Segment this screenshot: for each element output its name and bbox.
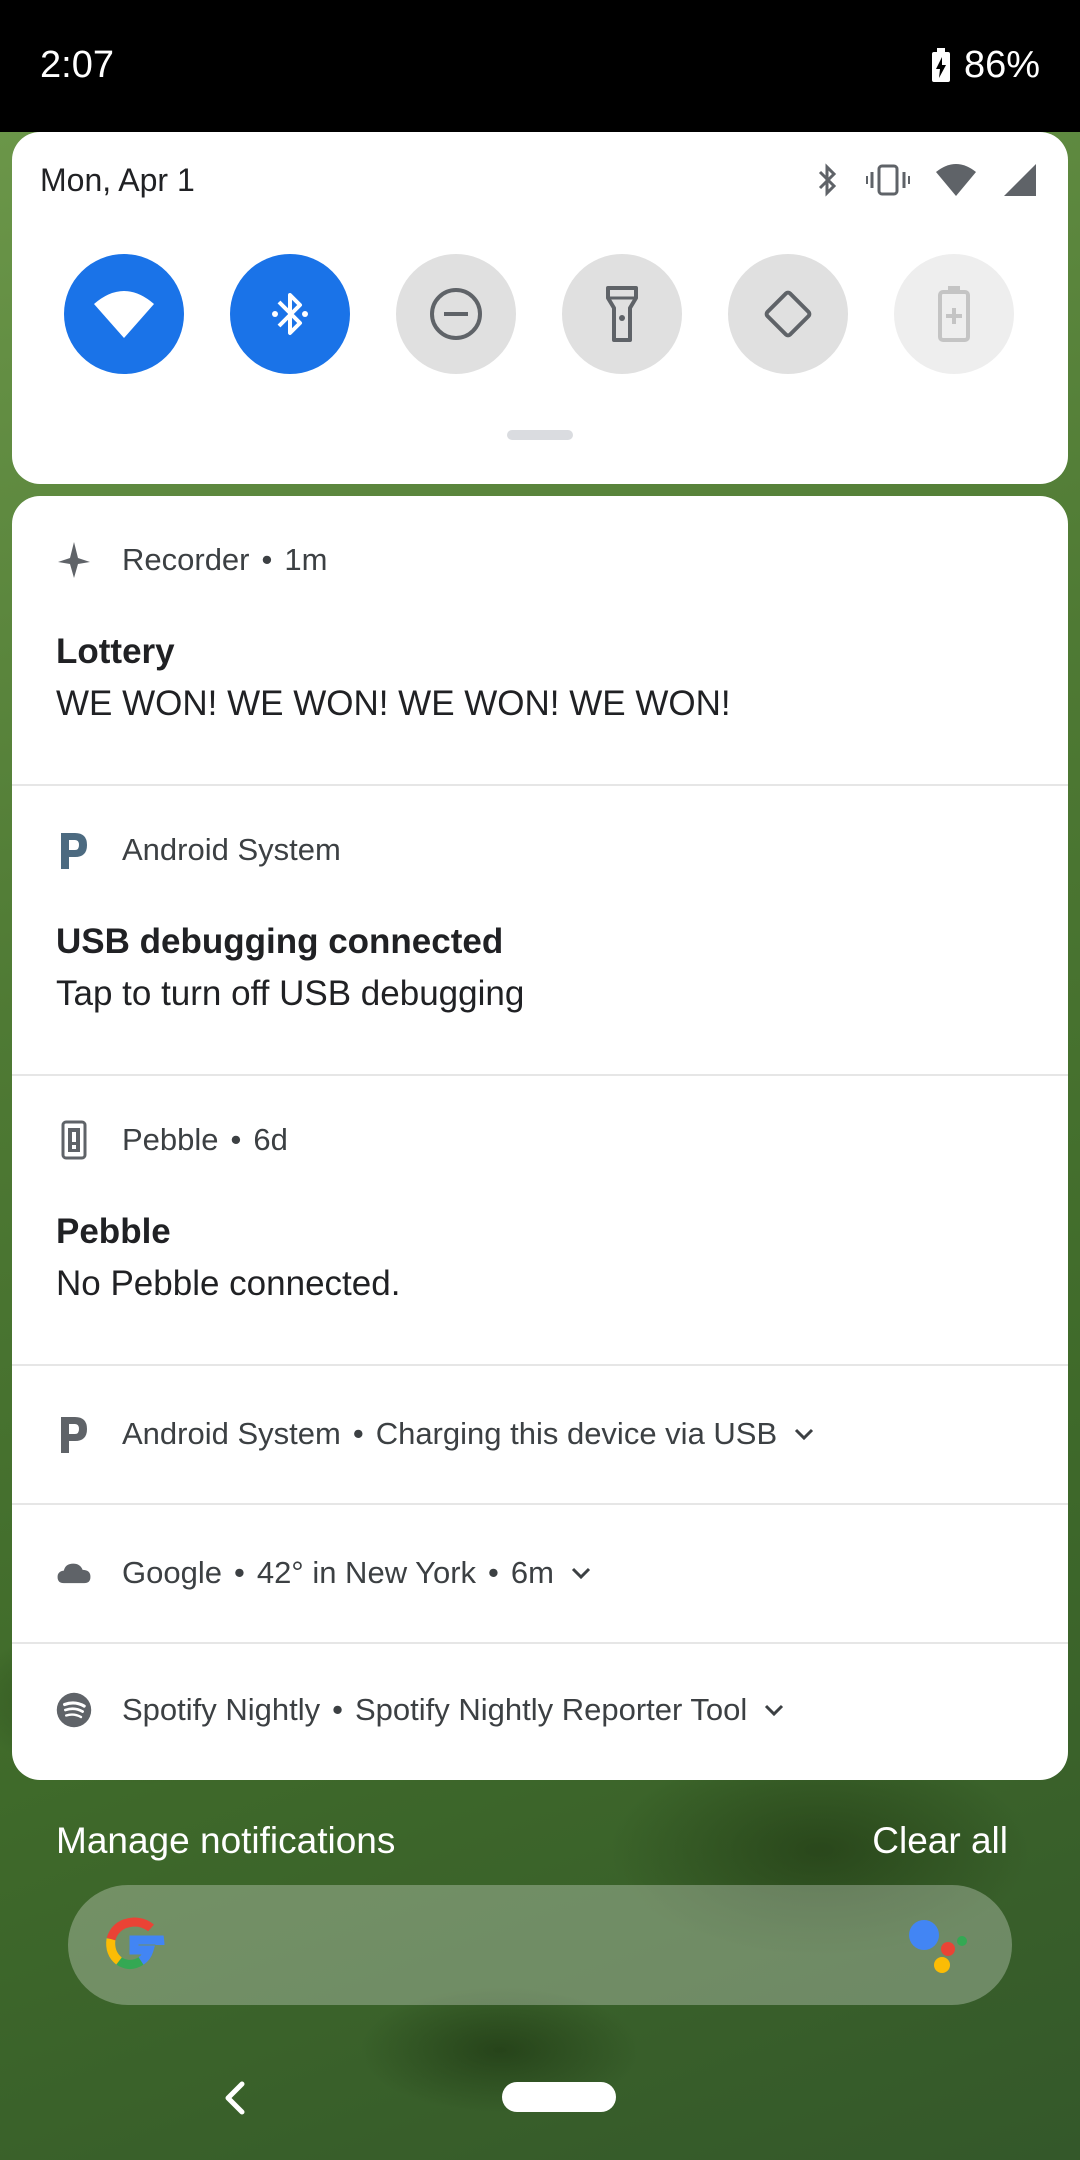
app-name: Recorder <box>122 542 250 577</box>
wifi-tile[interactable] <box>64 254 184 374</box>
wifi-icon <box>94 291 154 338</box>
auto-rotate-tile[interactable] <box>728 254 848 374</box>
app-name: Spotify Nightly <box>122 1692 321 1727</box>
battery-saver-icon <box>938 286 970 342</box>
notification-header: Recorder • 1m <box>56 542 327 578</box>
chevron-down-icon[interactable] <box>793 1427 815 1441</box>
android-system-icon <box>56 1416 92 1453</box>
google-g-icon <box>106 1917 165 1969</box>
notification-footer: Manage notifications Clear all <box>0 1820 1080 1880</box>
notification-body: Tap to turn off USB debugging <box>56 974 525 1013</box>
app-name: Pebble <box>122 1122 219 1157</box>
notification-header: Google • 42° in New York • 6m <box>56 1555 592 1591</box>
manage-notifications-button[interactable]: Manage notifications <box>56 1820 395 1862</box>
android-system-icon <box>56 832 92 869</box>
notification-title: Lottery <box>56 632 175 671</box>
chevron-down-icon[interactable] <box>570 1566 592 1580</box>
auto-rotate-icon <box>764 290 812 338</box>
notification-summary: Charging this device via USB <box>375 1416 778 1451</box>
bluetooth-icon <box>272 293 308 335</box>
pebble-icon <box>56 1120 92 1160</box>
bluetooth-status-icon <box>818 163 837 197</box>
do-not-disturb-icon <box>430 288 482 340</box>
qs-date: Mon, Apr 1 <box>40 162 195 198</box>
battery-saver-tile[interactable] <box>894 254 1014 374</box>
notification-header: Android System <box>56 832 341 869</box>
back-icon[interactable] <box>220 2076 250 2120</box>
status-bar: 2:07 86% <box>0 0 1080 132</box>
qs-drag-handle[interactable] <box>507 430 573 440</box>
quick-settings-panel: Mon, Apr 1 <box>12 132 1068 484</box>
chevron-down-icon[interactable] <box>763 1703 785 1717</box>
notification-header: Pebble • 6d <box>56 1120 288 1160</box>
cloud-icon <box>56 1555 92 1591</box>
notification-header: Spotify Nightly • Spotify Nightly Report… <box>56 1692 785 1728</box>
battery-percent: 86% <box>963 44 1040 86</box>
notification-title: Pebble <box>56 1212 171 1251</box>
notification-body: No Pebble connected. <box>56 1264 401 1303</box>
spotify-icon <box>56 1692 92 1728</box>
notification-spotify-nightly[interactable]: Spotify Nightly • Spotify Nightly Report… <box>12 1644 1068 1780</box>
battery-charging-icon <box>931 47 950 82</box>
do-not-disturb-tile[interactable] <box>396 254 516 374</box>
notification-list: Recorder • 1m Lottery WE WON! WE WON! WE… <box>12 496 1068 1780</box>
navigation-bar <box>0 2050 1080 2160</box>
bluetooth-tile[interactable] <box>230 254 350 374</box>
notification-header: Android System • Charging this device vi… <box>56 1416 815 1453</box>
notification-usb-debugging[interactable]: Android System USB debugging connected T… <box>12 786 1068 1076</box>
app-name: Android System <box>122 1416 341 1451</box>
google-search-bar[interactable] <box>68 1885 1012 2005</box>
notification-time: 6m <box>510 1555 554 1590</box>
recorder-icon <box>56 542 92 578</box>
notification-usb-charging[interactable]: Android System • Charging this device vi… <box>12 1366 1068 1505</box>
battery-indicator: 86% <box>930 44 1040 87</box>
home-button[interactable] <box>502 2082 616 2112</box>
cell-signal-icon <box>1004 164 1036 196</box>
notification-summary: Spotify Nightly Reporter Tool <box>355 1692 748 1727</box>
system-icons <box>812 162 1038 198</box>
clear-all-button[interactable]: Clear all <box>872 1820 1008 1862</box>
flashlight-icon <box>606 286 638 342</box>
clock: 2:07 <box>40 44 114 86</box>
wifi-status-icon <box>936 164 976 196</box>
flashlight-tile[interactable] <box>562 254 682 374</box>
app-name: Google <box>122 1555 222 1590</box>
notification-pebble[interactable]: Pebble • 6d Pebble No Pebble connected. <box>12 1076 1068 1366</box>
notification-summary: 42° in New York <box>256 1555 477 1590</box>
vibrate-icon <box>866 164 910 196</box>
notification-time: 6d <box>253 1122 288 1157</box>
notification-time: 1m <box>284 542 328 577</box>
app-name: Android System <box>122 832 341 867</box>
notification-body: WE WON! WE WON! WE WON! WE WON! <box>56 684 731 723</box>
notification-recorder[interactable]: Recorder • 1m Lottery WE WON! WE WON! WE… <box>12 496 1068 786</box>
notification-google-weather[interactable]: Google • 42° in New York • 6m <box>12 1505 1068 1644</box>
notification-title: USB debugging connected <box>56 922 504 961</box>
google-assistant-icon[interactable] <box>906 1915 970 1975</box>
